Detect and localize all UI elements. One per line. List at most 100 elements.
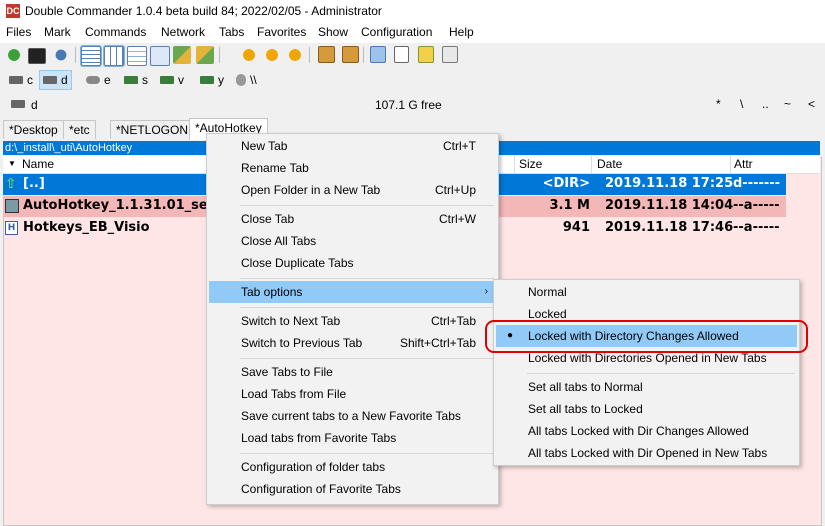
network-drive-icon — [86, 76, 100, 84]
submenu-item-normal[interactable]: Normal — [496, 281, 797, 303]
sort-arrow-icon: ▼ — [8, 159, 16, 168]
root-favorites-button[interactable]: * — [716, 97, 721, 111]
column-name[interactable]: Name — [22, 157, 54, 171]
edit-icon[interactable] — [394, 46, 409, 63]
pack-icon[interactable] — [318, 46, 335, 63]
menu-item-close-all-tabs[interactable]: Close All Tabs — [209, 230, 496, 252]
menu-item-switch-next-tab[interactable]: Switch to Next Tab Ctrl+Tab — [209, 310, 496, 332]
menu-show[interactable]: Show — [318, 25, 348, 39]
column-attr[interactable]: Attr — [734, 157, 753, 171]
drive-button-network[interactable]: \\ — [233, 71, 260, 89]
menu-item-close-tab[interactable]: Close Tab Ctrl+W — [209, 208, 496, 230]
terminal-icon[interactable] — [28, 48, 46, 64]
submenu-item-set-all-normal[interactable]: Set all tabs to Normal — [496, 376, 797, 398]
home-dir-button[interactable]: ~ — [784, 97, 791, 111]
search-icon[interactable] — [286, 46, 304, 64]
window-title: Double Commander 1.0.4 beta build 84; 20… — [25, 4, 382, 18]
menu-item-new-tab[interactable]: New Tab Ctrl+T — [209, 135, 496, 157]
menu-item-tab-options[interactable]: Tab options › — [209, 281, 496, 303]
menu-separator — [240, 205, 494, 206]
menu-bar: Files Mark Commands Network Tabs Favorit… — [0, 23, 825, 43]
multi-rename-icon[interactable] — [240, 46, 258, 64]
submenu-item-set-all-locked[interactable]: Set all tabs to Locked — [496, 398, 797, 420]
submenu-arrow-icon: › — [484, 286, 488, 297]
menu-item-load-favorite-tabs[interactable]: Load tabs from Favorite Tabs — [209, 427, 496, 449]
toolbar-separator — [219, 47, 220, 63]
copy-path-icon[interactable] — [173, 46, 191, 64]
drive-info-bar: d 107.1 G free * \ .. ~ < — [0, 95, 825, 115]
thumbnail-view-icon[interactable] — [127, 46, 147, 66]
drive-icon — [43, 76, 57, 84]
flat-view-icon[interactable] — [150, 46, 170, 66]
menu-item-load-tabs-file[interactable]: Load Tabs from File — [209, 383, 496, 405]
column-separator — [514, 156, 515, 173]
column-size[interactable]: Size — [519, 157, 542, 171]
column-date[interactable]: Date — [597, 157, 622, 171]
submenu-item-all-locked-dir-new-tabs[interactable]: All tabs Locked with Dir Opened in New T… — [496, 442, 797, 464]
parent-dir-button[interactable]: .. — [762, 97, 769, 111]
tab-netlogon[interactable]: *NETLOGON — [110, 120, 195, 139]
menu-item-rename-tab[interactable]: Rename Tab — [209, 157, 496, 179]
tab-etc[interactable]: *etc — [63, 120, 96, 139]
sync-dirs-icon[interactable] — [263, 46, 281, 64]
network-icon — [236, 74, 246, 86]
current-drive-label: d — [31, 98, 38, 112]
tab-options-submenu: Normal Locked ● Locked with Directory Cha… — [493, 279, 800, 466]
root-dir-button[interactable]: \ — [740, 97, 743, 111]
menu-item-close-duplicate-tabs[interactable]: Close Duplicate Tabs — [209, 252, 496, 274]
drive-button-c[interactable]: c — [6, 71, 36, 89]
drive-button-e[interactable]: e — [83, 71, 114, 89]
network-drive-icon — [124, 76, 138, 84]
notepad-icon[interactable] — [418, 46, 434, 63]
about-icon[interactable] — [442, 46, 458, 63]
toolbar-separator — [75, 47, 76, 63]
menu-configuration[interactable]: Configuration — [361, 25, 432, 39]
menu-separator — [240, 278, 494, 279]
options-icon[interactable] — [52, 46, 70, 64]
text-file-icon: H — [5, 221, 18, 235]
menu-tabs[interactable]: Tabs — [219, 25, 244, 39]
drive-icon — [9, 76, 23, 84]
network-drive-icon — [200, 76, 214, 84]
move-path-icon[interactable] — [196, 46, 214, 64]
menu-network[interactable]: Network — [161, 25, 205, 39]
menu-separator — [240, 358, 494, 359]
menu-item-switch-previous-tab[interactable]: Switch to Previous Tab Shift+Ctrl+Tab — [209, 332, 496, 354]
tab-context-menu: New Tab Ctrl+T Rename Tab Open Folder in … — [206, 133, 499, 505]
menu-favorites[interactable]: Favorites — [257, 25, 306, 39]
drive-button-y[interactable]: y — [197, 71, 227, 89]
tab-desktop[interactable]: *Desktop — [3, 120, 64, 139]
column-separator — [730, 156, 731, 173]
copy-names-icon[interactable] — [370, 46, 386, 63]
menu-separator — [527, 373, 795, 374]
toolbar-separator — [363, 47, 364, 63]
menu-item-save-favorite-tabs[interactable]: Save current tabs to a New Favorite Tabs — [209, 405, 496, 427]
annotation-highlight-ring — [485, 320, 808, 353]
network-drive-icon — [160, 76, 174, 84]
drive-icon — [11, 100, 25, 108]
brief-view-icon[interactable] — [81, 46, 101, 66]
columns-view-icon[interactable] — [104, 46, 124, 66]
free-space-label: 107.1 G free — [375, 98, 442, 112]
menu-item-config-folder-tabs[interactable]: Configuration of folder tabs — [209, 456, 496, 478]
drive-button-d[interactable]: d — [40, 71, 71, 89]
menu-item-save-tabs-file[interactable]: Save Tabs to File — [209, 361, 496, 383]
history-button[interactable]: < — [808, 97, 815, 111]
menu-help[interactable]: Help — [449, 25, 474, 39]
title-bar: DC Double Commander 1.0.4 beta build 84;… — [0, 0, 825, 23]
unpack-icon[interactable] — [342, 46, 359, 63]
drive-button-s[interactable]: s — [121, 71, 151, 89]
menu-mark[interactable]: Mark — [44, 25, 71, 39]
menu-item-open-folder-new-tab[interactable]: Open Folder in a New Tab Ctrl+Up — [209, 179, 496, 201]
submenu-item-all-locked-dir-changes[interactable]: All tabs Locked with Dir Changes Allowed — [496, 420, 797, 442]
menu-files[interactable]: Files — [6, 25, 31, 39]
installer-icon — [5, 199, 19, 213]
menu-commands[interactable]: Commands — [85, 25, 146, 39]
menu-separator — [240, 453, 494, 454]
app-logo-icon: DC — [6, 4, 20, 18]
toolbar — [0, 43, 825, 69]
drive-bar: c d e s v y \\ — [0, 68, 825, 92]
drive-button-v[interactable]: v — [157, 71, 187, 89]
refresh-icon[interactable] — [5, 46, 23, 64]
menu-item-config-favorite-tabs[interactable]: Configuration of Favorite Tabs — [209, 478, 496, 500]
